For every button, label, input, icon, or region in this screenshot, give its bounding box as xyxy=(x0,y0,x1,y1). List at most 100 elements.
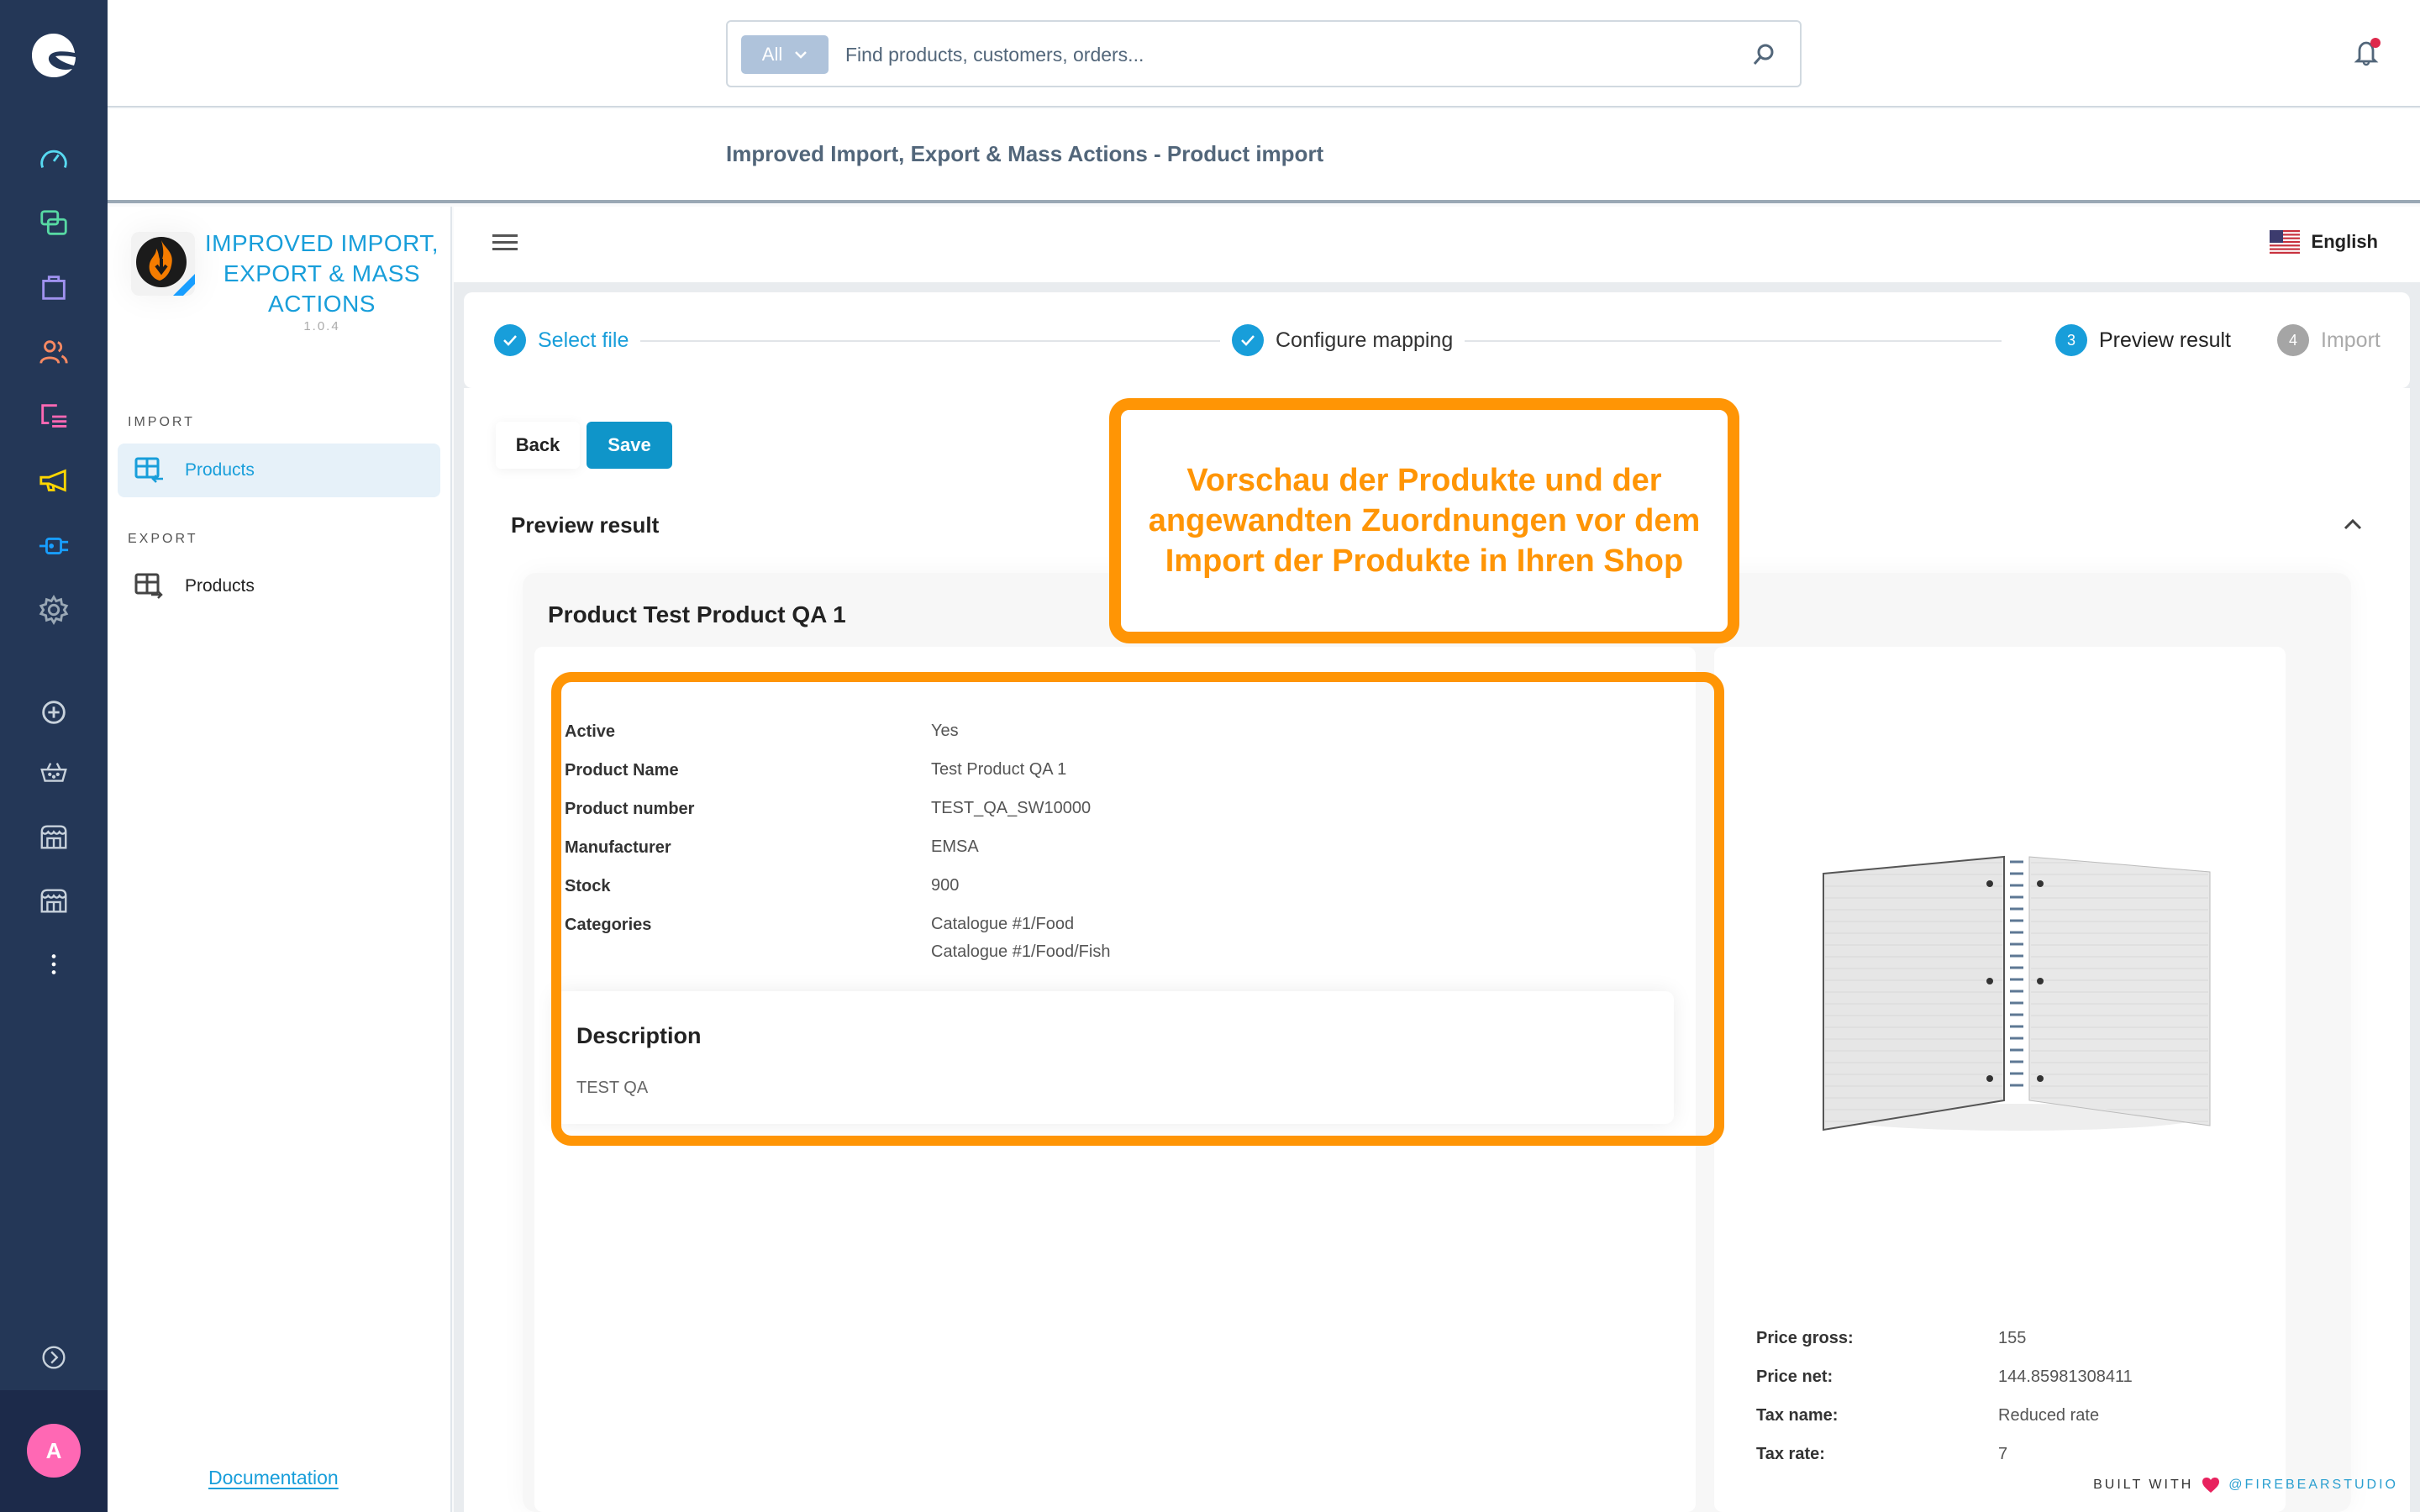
language-switcher[interactable]: English xyxy=(2269,230,2378,254)
attribute-label: Active xyxy=(565,722,616,741)
step-label: Select file xyxy=(538,328,629,352)
plugin-version: 1.0.4 xyxy=(303,319,340,333)
expand-chevron-icon[interactable] xyxy=(37,1341,71,1374)
firebear-flame-icon xyxy=(131,232,195,296)
step-import: 4 Import xyxy=(2277,324,2381,356)
section-label-export: EXPORT xyxy=(128,532,198,546)
search-type-label: All xyxy=(761,44,783,65)
attribute-label: Manufacturer xyxy=(565,838,671,857)
description-text: TEST QA xyxy=(576,1079,649,1097)
customers-icon[interactable] xyxy=(37,336,71,370)
product-media-card: Price gross: 155 Price net: 144.85981308… xyxy=(1714,647,2286,1512)
back-button[interactable]: Back xyxy=(496,422,580,469)
add-sales-channel-icon[interactable] xyxy=(37,696,71,729)
settings-icon[interactable] xyxy=(37,593,71,627)
extensions-icon[interactable] xyxy=(37,529,71,563)
attribute-value: Yes xyxy=(931,722,959,740)
page-title: Improved Import, Export & Mass Actions -… xyxy=(726,141,1324,166)
spiral-binding xyxy=(2010,860,2023,1087)
product-attributes: Active Yes Product Name Test Product QA … xyxy=(534,647,1696,1512)
annotation-callout: Vorschau der Produkte und der angewandte… xyxy=(1109,398,1739,643)
attribute-label: Categories xyxy=(565,916,652,934)
step-check-icon xyxy=(494,324,526,356)
attribute-value: EMSA xyxy=(931,837,979,856)
preview-section-title: Preview result xyxy=(511,512,660,538)
plugin-logo xyxy=(131,232,195,296)
top-header: All xyxy=(108,0,2420,108)
attribute-value: 900 xyxy=(931,876,960,895)
import-table-icon xyxy=(134,457,163,483)
step-label: Configure mapping xyxy=(1276,328,1454,352)
attribute-label: Product Name xyxy=(565,761,679,780)
price-label: Tax rate: xyxy=(1756,1445,1825,1463)
import-stepper: Select file Configure mapping 3 Preview … xyxy=(464,292,2410,388)
storefront-channel-icon[interactable] xyxy=(37,820,71,853)
callout-text: Vorschau der Produkte und der angewandte… xyxy=(1148,463,1701,579)
step-preview-result[interactable]: 3 Preview result xyxy=(2044,324,2243,356)
nav-item-label: Products xyxy=(185,576,255,596)
search-type-select[interactable]: All xyxy=(741,35,829,74)
nav-item-label: Products xyxy=(185,460,255,480)
dashboard-icon[interactable] xyxy=(37,143,71,176)
price-label: Price gross: xyxy=(1756,1329,1854,1347)
nav-import-products[interactable]: Products xyxy=(118,444,440,497)
step-select-file[interactable]: Select file xyxy=(494,324,641,356)
app: A All Improved Import, Export & Mass Act… xyxy=(0,0,2420,1512)
step-number: 4 xyxy=(2277,324,2309,356)
more-icon[interactable] xyxy=(37,948,71,981)
price-value: Reduced rate xyxy=(1998,1406,2100,1425)
firebear-studio-link[interactable]: @FIREBEARSTUDIO xyxy=(2228,1478,2398,1493)
attribute-value: TEST_QA_SW10000 xyxy=(931,799,1092,817)
storefront-channel-icon[interactable] xyxy=(37,884,71,917)
chevron-down-icon xyxy=(795,51,808,59)
language-label: English xyxy=(2311,231,2378,252)
price-label: Tax name: xyxy=(1756,1406,1839,1425)
search-input[interactable] xyxy=(845,35,1719,74)
marketing-icon[interactable] xyxy=(37,464,71,497)
attribute-value: Catalogue #1/Food xyxy=(931,915,1075,933)
export-table-icon xyxy=(134,573,163,599)
price-value: 144.85981308411 xyxy=(1998,1368,2133,1386)
content-toolbar: English xyxy=(454,207,2420,282)
headless-channel-icon[interactable] xyxy=(37,756,71,790)
footer-credit: BUILT WITH @FIREBEARSTUDIO xyxy=(2093,1477,2398,1494)
global-search: All xyxy=(726,20,1802,87)
notification-badge xyxy=(2370,38,2381,48)
step-connector xyxy=(1464,340,2002,342)
step-label: Preview result xyxy=(2099,328,2231,352)
section-label-import: IMPORT xyxy=(128,415,195,429)
plugin-sidebar: IMPROVED IMPORT, EXPORT & MASS ACTIONS 1… xyxy=(108,207,452,1512)
nav-export-products[interactable]: Products xyxy=(118,559,440,613)
catalogue-icon[interactable] xyxy=(37,207,71,240)
documentation-link[interactable]: Documentation xyxy=(208,1467,339,1489)
product-preview: Product Test Product QA 1 Active Yes Pro… xyxy=(523,573,2351,1512)
save-button[interactable]: Save xyxy=(587,422,672,469)
search-icon[interactable] xyxy=(1751,42,1776,67)
price-value: 7 xyxy=(1998,1445,2008,1463)
attribute-label: Product number xyxy=(565,800,695,818)
avatar-initial: A xyxy=(45,1437,62,1463)
orders-icon[interactable] xyxy=(37,270,71,304)
attribute-label: Stock xyxy=(565,877,611,895)
heart-icon xyxy=(2202,1478,2220,1493)
step-configure-mapping[interactable]: Configure mapping xyxy=(1220,324,1465,356)
content-icon[interactable] xyxy=(37,400,71,433)
product-title: Product Test Product QA 1 xyxy=(548,601,846,627)
description-title: Description xyxy=(576,1023,702,1048)
product-image xyxy=(1823,855,2211,1131)
built-with-label: BUILT WITH xyxy=(2093,1478,2194,1492)
step-number: 3 xyxy=(2055,324,2087,356)
chevron-up-icon[interactable] xyxy=(2343,517,2363,531)
step-check-icon xyxy=(1232,324,1264,356)
menu-icon[interactable] xyxy=(492,232,518,254)
price-label: Price net: xyxy=(1756,1368,1833,1386)
page-header: Improved Import, Export & Mass Actions -… xyxy=(108,109,2420,203)
price-value: 155 xyxy=(1998,1329,2027,1347)
step-label: Import xyxy=(2321,328,2381,352)
notification-bell-icon[interactable] xyxy=(2349,35,2383,69)
shopware-logo-icon[interactable] xyxy=(29,30,79,81)
attribute-value: Catalogue #1/Food/Fish xyxy=(931,942,1111,961)
description-card: Description TEST QA xyxy=(555,991,1674,1124)
avatar[interactable]: A xyxy=(27,1424,81,1478)
attribute-value: Test Product QA 1 xyxy=(931,760,1067,779)
